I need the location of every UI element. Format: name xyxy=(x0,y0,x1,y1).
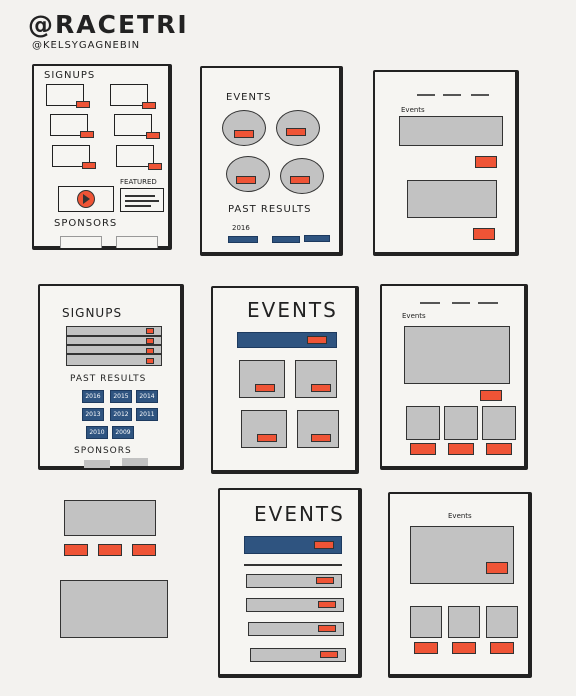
sponsor-logo xyxy=(84,460,110,468)
event-button[interactable] xyxy=(255,384,275,392)
events-heading: EVENTS xyxy=(254,502,345,526)
signup-button[interactable] xyxy=(146,328,154,334)
signup-button[interactable] xyxy=(142,102,156,109)
action-button[interactable] xyxy=(98,544,122,556)
signup-button[interactable] xyxy=(146,348,154,354)
event-tile[interactable] xyxy=(410,606,442,638)
event-button[interactable] xyxy=(452,642,476,654)
event-button[interactable] xyxy=(234,130,254,138)
event-tile[interactable] xyxy=(239,360,285,398)
sponsor-logo xyxy=(60,236,102,248)
event-circle[interactable] xyxy=(226,156,270,192)
event-button[interactable] xyxy=(318,601,336,608)
events-heading: Events xyxy=(402,312,426,320)
event-tile[interactable] xyxy=(297,410,339,448)
event-circle[interactable] xyxy=(222,110,266,146)
event-tile[interactable] xyxy=(406,406,440,440)
wireframe-events-grid: EVENTS xyxy=(211,286,359,474)
year-badge[interactable]: 2013 xyxy=(82,408,104,421)
wireframe-signups-list: SIGNUPS PAST RESULTS 2016 2015 2014 2013… xyxy=(38,284,184,470)
sponsors-heading: SPONSORS xyxy=(54,218,118,229)
event-button[interactable] xyxy=(318,625,336,632)
event-button[interactable] xyxy=(316,577,334,584)
signup-button[interactable] xyxy=(146,358,154,364)
play-icon xyxy=(77,190,95,208)
event-tile[interactable] xyxy=(486,606,518,638)
event-button[interactable] xyxy=(490,642,514,654)
signup-button[interactable] xyxy=(80,131,94,138)
featured-image[interactable] xyxy=(410,526,514,584)
sponsors-heading: SPONSORS xyxy=(74,446,132,456)
content-block xyxy=(60,580,168,638)
sponsor-logo xyxy=(122,458,148,466)
wireframe-events-list: Events xyxy=(373,70,519,256)
events-heading: Events xyxy=(401,106,425,114)
featured-card[interactable] xyxy=(120,188,164,212)
video-thumbnail[interactable] xyxy=(58,186,114,212)
event-button[interactable] xyxy=(410,443,436,455)
event-button[interactable] xyxy=(311,384,331,392)
past-results-heading: PAST RESULTS xyxy=(70,374,147,384)
year-badge[interactable]: 2016 xyxy=(82,390,104,403)
component-sketch xyxy=(56,496,176,646)
events-heading: Events xyxy=(448,512,472,520)
event-button[interactable] xyxy=(286,128,306,136)
year-badge[interactable]: 2011 xyxy=(136,408,158,421)
result-bar[interactable] xyxy=(228,236,258,243)
event-button[interactable] xyxy=(448,443,474,455)
event-image[interactable] xyxy=(399,116,503,146)
action-button[interactable] xyxy=(132,544,156,556)
result-bar[interactable] xyxy=(304,235,330,242)
event-button[interactable] xyxy=(257,434,277,442)
event-button[interactable] xyxy=(414,642,438,654)
signups-heading: SIGNUPS xyxy=(62,306,123,320)
signup-button[interactable] xyxy=(148,163,162,170)
event-button[interactable] xyxy=(486,443,512,455)
hero-button[interactable] xyxy=(314,541,334,549)
signup-button[interactable] xyxy=(146,132,160,139)
hero-image xyxy=(64,500,156,536)
action-button[interactable] xyxy=(64,544,88,556)
event-button[interactable] xyxy=(236,176,256,184)
event-tile[interactable] xyxy=(482,406,516,440)
events-heading: EVENTS xyxy=(226,92,272,103)
app-title: @RACETRI xyxy=(28,10,189,39)
year-badge[interactable]: 2012 xyxy=(110,408,132,421)
signup-button[interactable] xyxy=(82,162,96,169)
year-badge[interactable]: 2009 xyxy=(112,426,134,439)
signups-heading: SIGNUPS xyxy=(44,70,96,81)
author-handle: @KELSYGAGNEBIN xyxy=(32,40,141,51)
signup-button[interactable] xyxy=(76,101,90,108)
event-button[interactable] xyxy=(475,156,497,168)
wireframe-events-featured-alt: Events xyxy=(388,492,532,678)
event-button[interactable] xyxy=(311,434,331,442)
events-heading: EVENTS xyxy=(247,298,338,322)
featured-button[interactable] xyxy=(486,562,508,574)
past-results-heading: PAST RESULTS xyxy=(228,204,312,215)
wireframe-event-circles: EVENTS PAST RESULTS 2016 xyxy=(200,66,343,256)
year-badge[interactable]: 2010 xyxy=(86,426,108,439)
featured-button[interactable] xyxy=(480,390,502,401)
event-tile[interactable] xyxy=(295,360,337,398)
wireframe-events-featured: Events xyxy=(380,284,528,470)
event-button[interactable] xyxy=(290,176,310,184)
event-button[interactable] xyxy=(473,228,495,240)
signup-button[interactable] xyxy=(146,338,154,344)
year-label: 2016 xyxy=(232,224,250,232)
event-image[interactable] xyxy=(407,180,497,218)
year-badge[interactable]: 2014 xyxy=(136,390,158,403)
event-tile[interactable] xyxy=(444,406,478,440)
result-bar[interactable] xyxy=(272,236,300,243)
event-tile[interactable] xyxy=(448,606,480,638)
hero-button[interactable] xyxy=(307,336,327,344)
event-button[interactable] xyxy=(320,651,338,658)
featured-heading: FEATURED xyxy=(120,178,157,186)
featured-image[interactable] xyxy=(404,326,510,384)
year-badge[interactable]: 2015 xyxy=(110,390,132,403)
wireframe-signups-grid: SIGNUPS FEATURED SPONSORS xyxy=(32,64,172,250)
sponsor-logo xyxy=(116,236,158,248)
event-tile[interactable] xyxy=(241,410,287,448)
wireframe-events-rows: EVENTS xyxy=(218,488,362,678)
